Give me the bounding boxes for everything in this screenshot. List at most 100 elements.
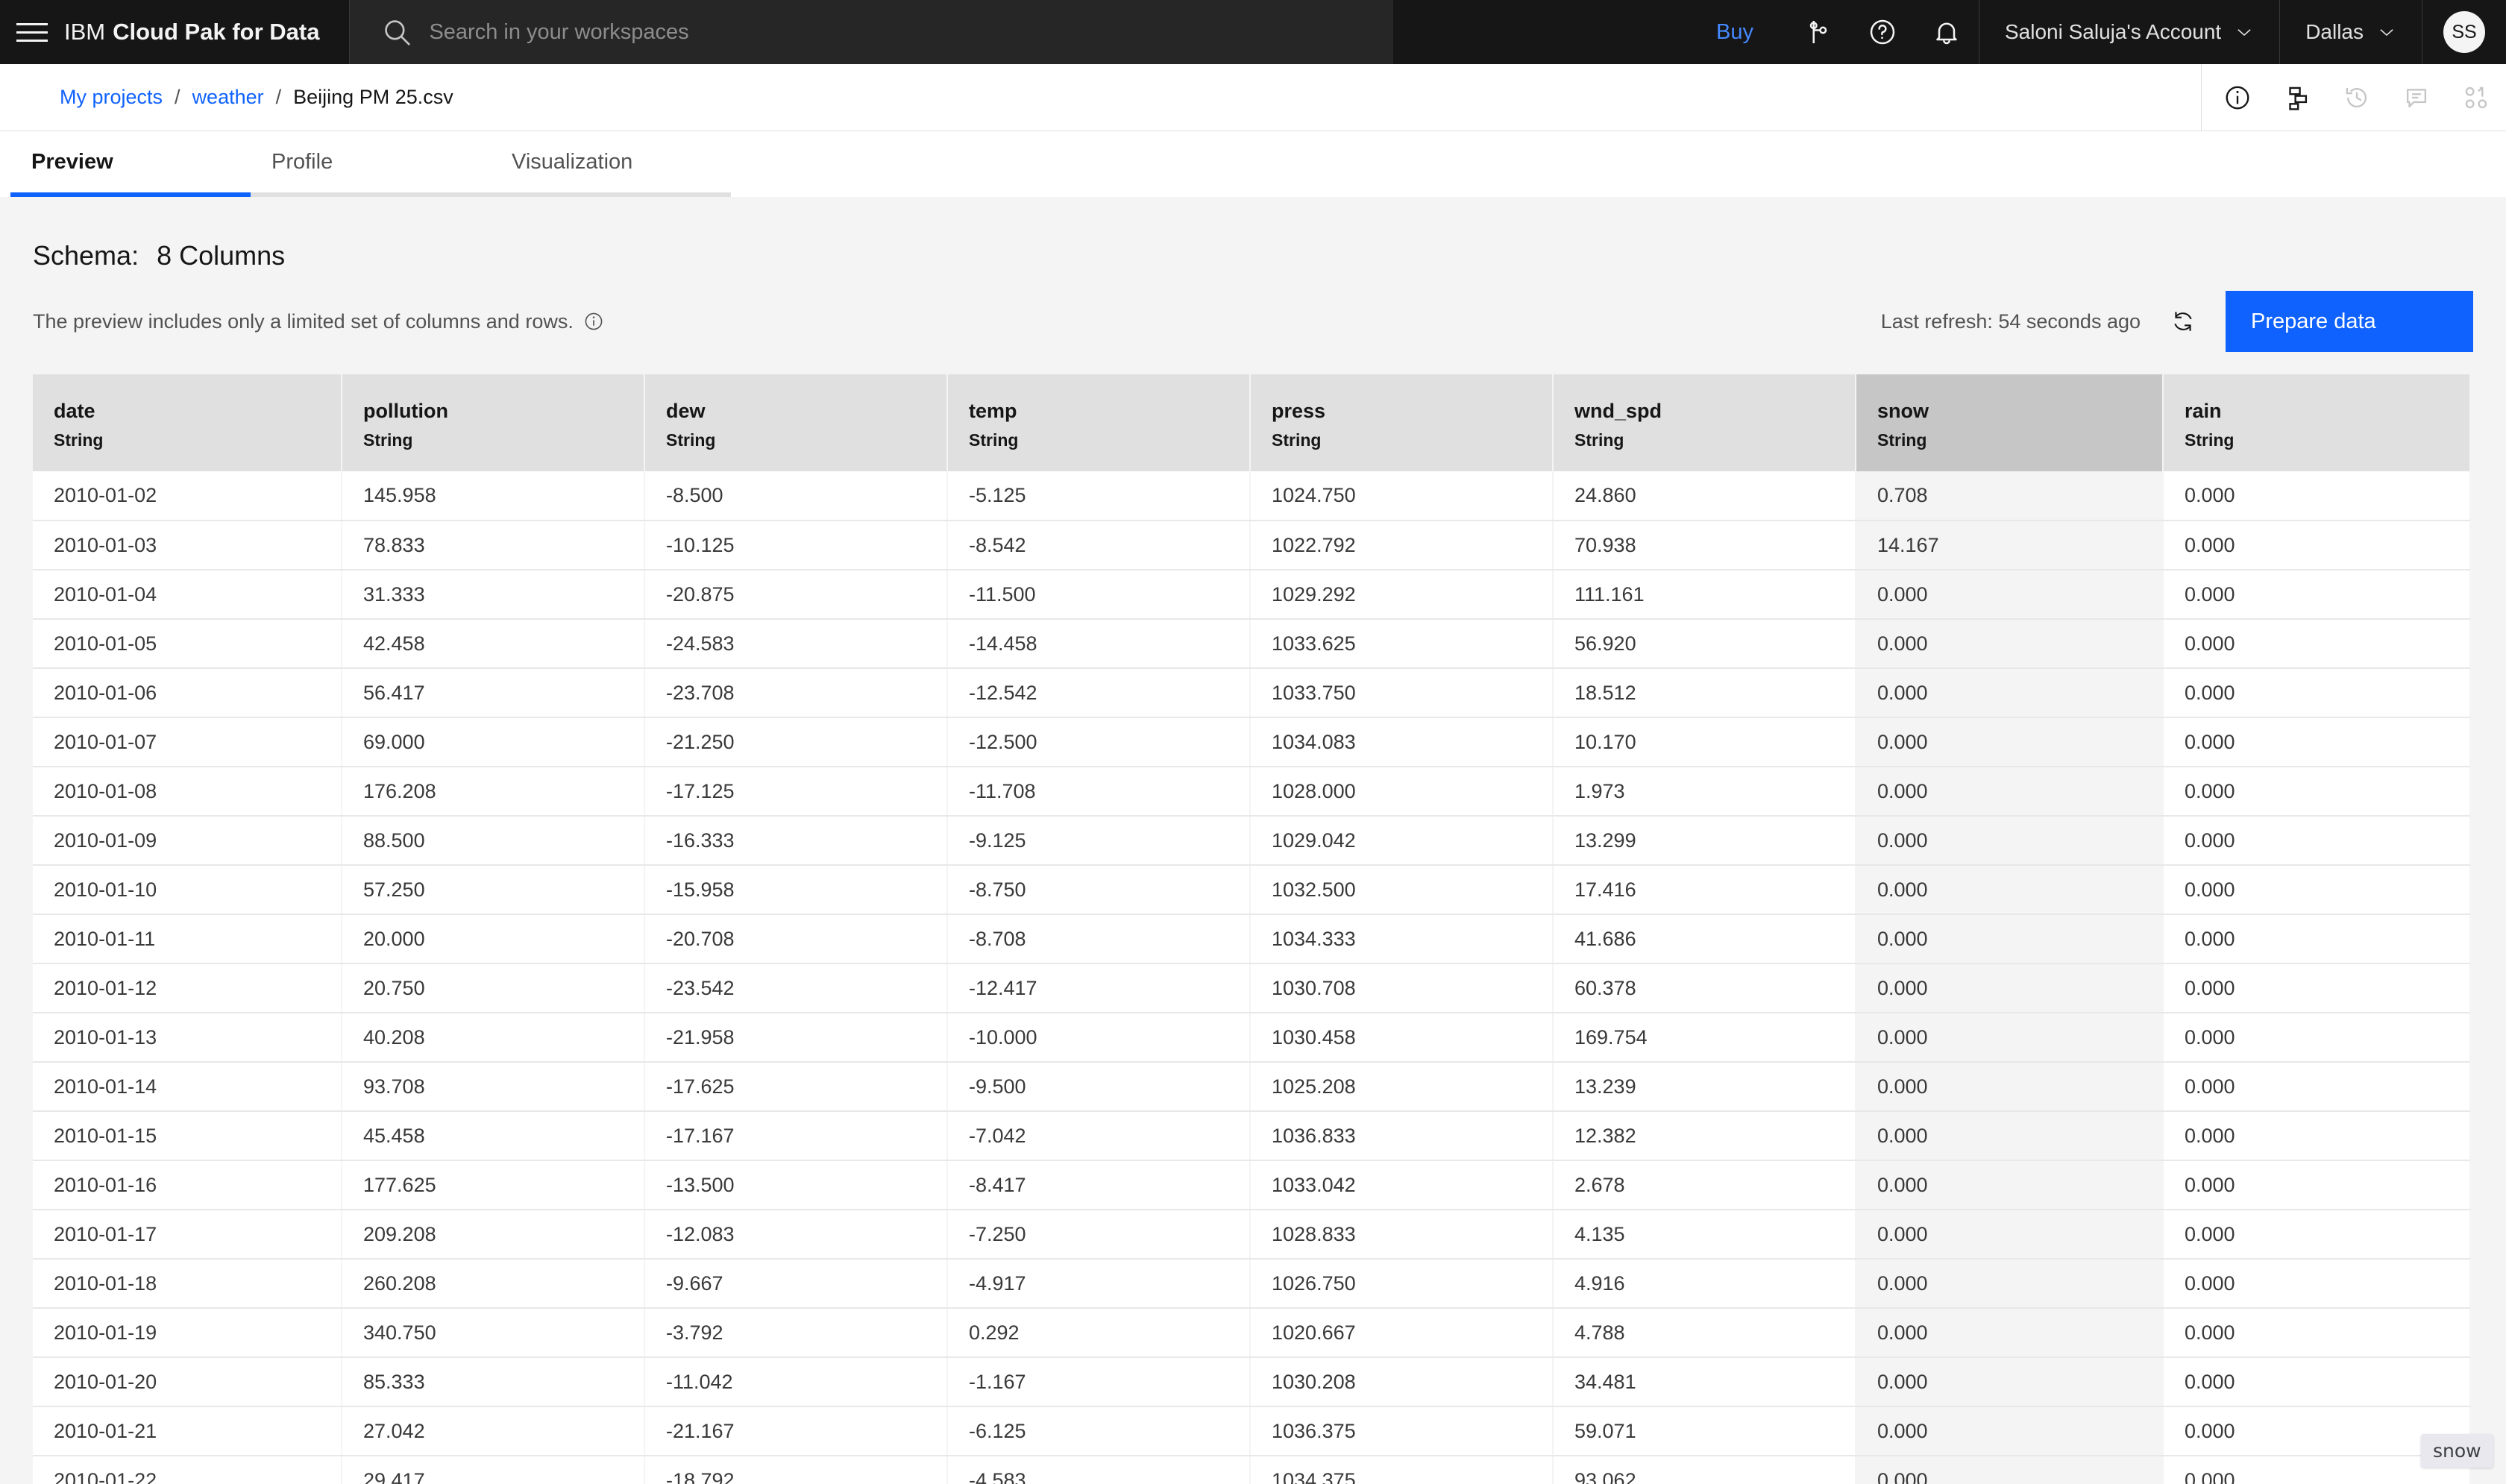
history-icon[interactable] xyxy=(2327,64,2387,131)
table-cell-snow: 0.000 xyxy=(1856,1308,2164,1358)
table-row[interactable]: 2010-01-03 78.833 -10.125 -8.542 1022.792 70.… xyxy=(33,521,2470,570)
table-row[interactable]: 2010-01-05 42.458 -24.583 -14.458 1033.625 56… xyxy=(33,619,2470,669)
help-circle-icon[interactable] xyxy=(1850,0,1915,64)
table-row[interactable]: 2010-01-18 260.208 -9.667 -4.917 1026.750 4.9… xyxy=(33,1259,2470,1309)
table-cell-pollution: 27.042 xyxy=(342,1406,645,1456)
table-row[interactable]: 2010-01-09 88.500 -16.333 -9.125 1029.042 13.… xyxy=(33,816,2470,866)
table-cell-press: 1030.708 xyxy=(1250,963,1554,1013)
column-header-snow[interactable]: snow String xyxy=(1856,374,2164,471)
breadcrumb-item-weather[interactable]: weather xyxy=(192,86,264,109)
table-cell-rain: 0.000 xyxy=(2163,1013,2470,1063)
table-row[interactable]: 2010-01-11 20.000 -20.708 -8.708 1034.333 41.… xyxy=(33,914,2470,964)
table-cell-pollution: 85.333 xyxy=(342,1357,645,1407)
column-header-rain[interactable]: rain String xyxy=(2163,374,2470,471)
table-row[interactable]: 2010-01-21 27.042 -21.167 -6.125 1036.375 59.… xyxy=(33,1406,2470,1456)
prepare-data-button[interactable]: Prepare data xyxy=(2226,291,2473,352)
table-cell-press: 1030.208 xyxy=(1250,1357,1554,1407)
table-cell-date: 2010-01-18 xyxy=(33,1259,342,1309)
global-search[interactable] xyxy=(349,0,1394,64)
table-cell-press: 1034.333 xyxy=(1250,914,1554,964)
tab-profile[interactable]: Profile xyxy=(251,131,491,197)
table-cell-press: 1032.500 xyxy=(1250,865,1554,915)
git-branch-icon[interactable] xyxy=(1786,0,1850,64)
table-row[interactable]: 2010-01-19 340.750 -3.792 0.292 1020.667 4.78… xyxy=(33,1308,2470,1358)
table-cell-wnd_spd: 12.382 xyxy=(1553,1111,1856,1161)
chevron-down-icon xyxy=(2380,29,2393,37)
table-cell-pollution: 176.208 xyxy=(342,767,645,817)
table-cell-rain: 0.000 xyxy=(2163,717,2470,767)
table-cell-dew: -20.708 xyxy=(644,914,948,964)
data-preview-table-container[interactable]: date String pollution String dew String … xyxy=(33,374,2470,1484)
lineage-icon[interactable] xyxy=(2267,64,2327,131)
table-cell-temp: -7.250 xyxy=(947,1210,1251,1260)
table-cell-dew: -18.792 xyxy=(644,1456,948,1484)
breadcrumb-item-my-projects[interactable]: My projects xyxy=(60,86,163,109)
table-row[interactable]: 2010-01-22 29.417 -18.792 -4.583 1034.375 93.… xyxy=(33,1456,2470,1484)
table-cell-temp: -12.500 xyxy=(947,717,1251,767)
search-input[interactable] xyxy=(429,19,1394,45)
region-selector[interactable]: Dallas xyxy=(2280,0,2422,64)
table-cell-dew: -16.333 xyxy=(644,816,948,866)
column-type: String xyxy=(363,430,413,450)
refresh-icon[interactable] xyxy=(2170,309,2196,334)
column-header-date[interactable]: date String xyxy=(33,374,342,471)
table-row[interactable]: 2010-01-16 177.625 -13.500 -8.417 1033.042 2.… xyxy=(33,1160,2470,1210)
column-header-wnd-spd[interactable]: wnd_spd String xyxy=(1553,374,1856,471)
brand-title[interactable]: IBM Cloud Pak for Data xyxy=(64,0,349,64)
table-row[interactable]: 2010-01-20 85.333 -11.042 -1.167 1030.208 34.… xyxy=(33,1357,2470,1407)
buy-button[interactable]: Buy xyxy=(1683,0,1786,64)
user-menu[interactable]: SS xyxy=(2422,0,2506,64)
info-icon[interactable] xyxy=(584,312,603,331)
table-row[interactable]: 2010-01-08 176.208 -17.125 -11.708 1028.000 1… xyxy=(33,767,2470,817)
notification-bell-icon[interactable] xyxy=(1915,0,1979,64)
table-row[interactable]: 2010-01-04 31.333 -20.875 -11.500 1029.292 11… xyxy=(33,570,2470,620)
table-row[interactable]: 2010-01-02 145.958 -8.500 -5.125 1024.750 24.… xyxy=(33,471,2470,521)
table-cell-date: 2010-01-08 xyxy=(33,767,342,817)
table-cell-press: 1024.750 xyxy=(1250,471,1554,521)
breadcrumb-separator: / xyxy=(175,86,180,108)
table-cell-pollution: 260.208 xyxy=(342,1259,645,1309)
account-selector[interactable]: Saloni Saluja's Account xyxy=(1979,0,2279,64)
table-cell-pollution: 145.958 xyxy=(342,471,645,521)
table-cell-temp: -4.583 xyxy=(947,1456,1251,1484)
table-cell-snow: 0.000 xyxy=(1856,1406,2164,1456)
column-name: rain xyxy=(2185,400,2222,422)
table-cell-temp: -5.125 xyxy=(947,471,1251,521)
column-type: String xyxy=(54,430,104,450)
column-type: String xyxy=(2185,430,2235,450)
collaborators-icon[interactable] xyxy=(2446,64,2506,131)
hamburger-icon xyxy=(16,17,48,48)
table-cell-rain: 0.000 xyxy=(2163,816,2470,866)
table-row[interactable]: 2010-01-07 69.000 -21.250 -12.500 1034.083 10… xyxy=(33,717,2470,767)
table-cell-pollution: 40.208 xyxy=(342,1013,645,1063)
column-header-temp[interactable]: temp String xyxy=(947,374,1251,471)
info-icon[interactable] xyxy=(2208,64,2267,131)
table-row[interactable]: 2010-01-12 20.750 -23.542 -12.417 1030.708 60… xyxy=(33,963,2470,1013)
schema-column-count: 8 Columns xyxy=(157,240,286,271)
schema-label: Schema: xyxy=(33,240,139,271)
table-cell-rain: 0.000 xyxy=(2163,963,2470,1013)
table-row[interactable]: 2010-01-17 209.208 -12.083 -7.250 1028.833 4.… xyxy=(33,1210,2470,1260)
table-cell-rain: 0.000 xyxy=(2163,1210,2470,1260)
column-header-pollution[interactable]: pollution String xyxy=(342,374,645,471)
table-row[interactable]: 2010-01-13 40.208 -21.958 -10.000 1030.458 16… xyxy=(33,1013,2470,1063)
page-title: Schema: 8 Columns xyxy=(33,197,2473,271)
table-cell-dew: -17.625 xyxy=(644,1062,948,1112)
tab-preview[interactable]: Preview xyxy=(10,131,251,197)
table-cell-press: 1034.083 xyxy=(1250,717,1554,767)
table-cell-date: 2010-01-12 xyxy=(33,963,342,1013)
table-cell-rain: 0.000 xyxy=(2163,767,2470,817)
table-row[interactable]: 2010-01-06 56.417 -23.708 -12.542 1033.750 18… xyxy=(33,668,2470,718)
table-cell-date: 2010-01-21 xyxy=(33,1406,342,1456)
preview-panel: Schema: 8 Columns The preview includes o… xyxy=(0,197,2506,1484)
hamburger-menu-button[interactable] xyxy=(0,0,64,64)
table-row[interactable]: 2010-01-14 93.708 -17.625 -9.500 1025.208 13.… xyxy=(33,1062,2470,1112)
table-row[interactable]: 2010-01-10 57.250 -15.958 -8.750 1032.500 17.… xyxy=(33,865,2470,915)
comment-icon[interactable] xyxy=(2387,64,2446,131)
preview-subheader: The preview includes only a limited set … xyxy=(33,291,2473,352)
table-row[interactable]: 2010-01-15 45.458 -17.167 -7.042 1036.833 12.… xyxy=(33,1111,2470,1161)
column-header-dew[interactable]: dew String xyxy=(644,374,948,471)
table-cell-pollution: 209.208 xyxy=(342,1210,645,1260)
column-header-press[interactable]: press String xyxy=(1250,374,1554,471)
tab-visualization[interactable]: Visualization xyxy=(491,131,731,197)
